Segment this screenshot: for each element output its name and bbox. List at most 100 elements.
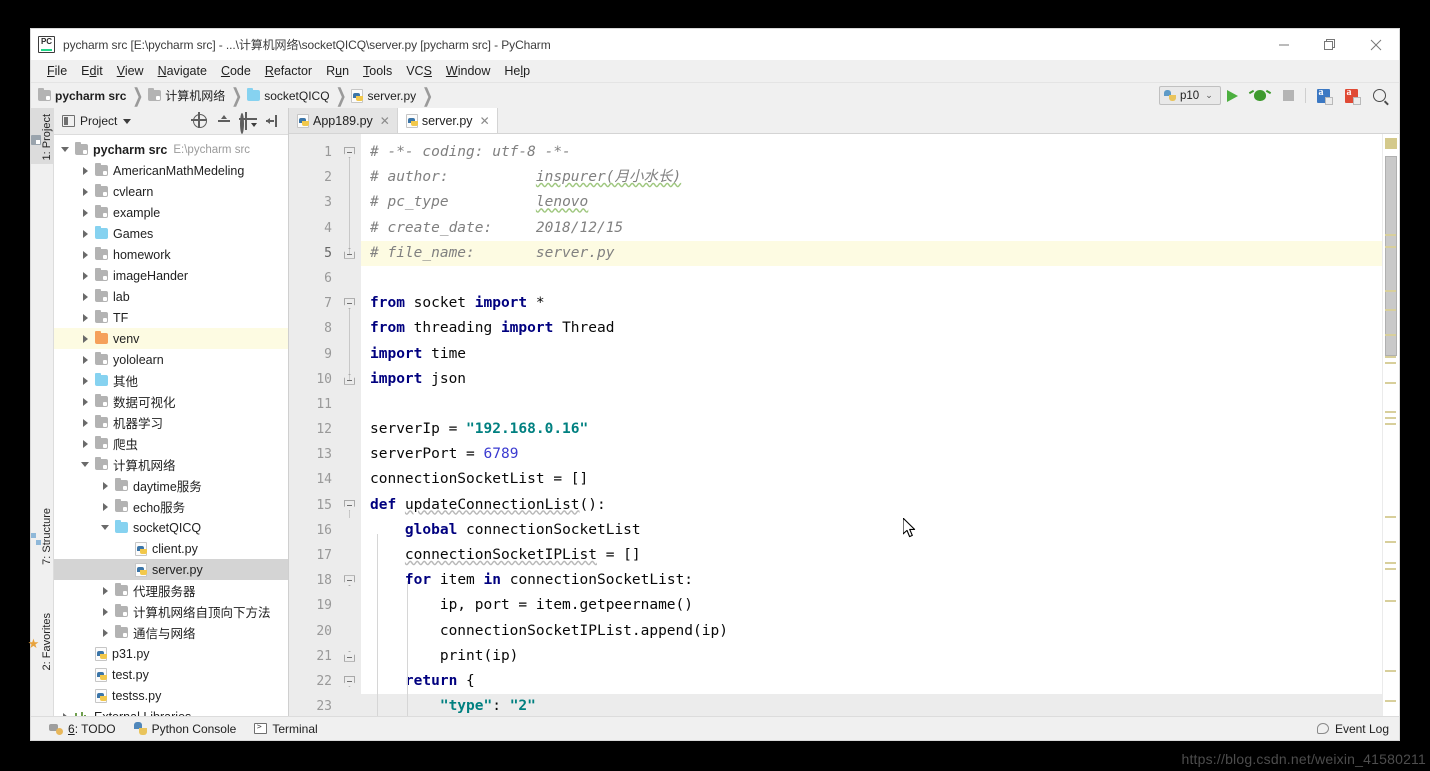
code-line[interactable]: # file_name: server.py [361, 241, 1382, 266]
code-folding-gutter[interactable] [339, 134, 361, 716]
fold-marker[interactable] [339, 316, 361, 341]
status-todo[interactable]: 6: TODO [49, 722, 116, 736]
status-python-console[interactable]: Python Console [134, 722, 237, 736]
status-event-log[interactable]: Event Log [1317, 722, 1389, 736]
tree-item--[interactable]: 计算机网络自顶向下方法 [54, 601, 288, 622]
fold-marker[interactable] [339, 669, 361, 694]
fold-marker[interactable] [339, 140, 361, 165]
tree-item-example[interactable]: example [54, 202, 288, 223]
tree-item-tf[interactable]: TF [54, 307, 288, 328]
code-line[interactable]: from threading import Thread [361, 316, 1382, 341]
chevron-right-icon[interactable] [78, 398, 92, 406]
fold-collapse-icon[interactable] [344, 147, 355, 158]
menu-view[interactable]: View [110, 63, 151, 79]
tree-item-client-py[interactable]: client.py [54, 538, 288, 559]
code-line[interactable]: import json [361, 367, 1382, 392]
tree-item-venv[interactable]: venv [54, 328, 288, 349]
chevron-right-icon[interactable] [98, 587, 112, 595]
warning-marker[interactable] [1385, 516, 1396, 518]
code-editor[interactable]: 1234567891011121314151617181920212223 # … [289, 134, 1399, 716]
fold-collapse-icon[interactable] [344, 500, 355, 511]
tree-item-testss-py[interactable]: testss.py [54, 685, 288, 706]
chevron-right-icon[interactable] [98, 629, 112, 637]
warning-marker[interactable] [1385, 411, 1396, 413]
menu-navigate[interactable]: Navigate [151, 63, 214, 79]
chevron-right-icon[interactable] [78, 167, 92, 175]
code-line[interactable]: # author: inspurer(月小水长) [361, 165, 1382, 190]
tree-item--[interactable]: 代理服务器 [54, 580, 288, 601]
chevron-down-icon[interactable] [78, 462, 92, 467]
fold-end-icon[interactable] [344, 651, 355, 662]
tree-item-games[interactable]: Games [54, 223, 288, 244]
fold-marker[interactable] [339, 493, 361, 518]
run-configuration-selector[interactable]: p10 ⌄ [1159, 86, 1221, 105]
warning-marker[interactable] [1385, 562, 1396, 564]
code-line[interactable]: connectionSocketList = [] [361, 467, 1382, 492]
locate-file-button[interactable] [188, 109, 212, 133]
inspection-summary-marker[interactable] [1385, 138, 1397, 149]
tree-item-imagehander[interactable]: imageHander [54, 265, 288, 286]
editor-tab-app189[interactable]: App189.py ✕ [289, 108, 398, 133]
close-button[interactable] [1353, 29, 1399, 60]
fold-marker[interactable] [339, 165, 361, 190]
code-line[interactable]: return { [361, 669, 1382, 694]
chevron-right-icon[interactable] [78, 230, 92, 238]
warning-marker[interactable] [1385, 541, 1396, 543]
coverage-red-button[interactable] [1337, 83, 1365, 108]
tree-item-server-py[interactable]: server.py [54, 559, 288, 580]
code-line[interactable]: # pc_type lenovo [361, 190, 1382, 215]
code-line[interactable]: for item in connectionSocketList: [361, 568, 1382, 593]
tree-item--[interactable]: 其他 [54, 370, 288, 391]
chevron-right-icon[interactable] [98, 503, 112, 511]
editor-tab-server[interactable]: server.py ✕ [398, 108, 498, 133]
chevron-right-icon[interactable] [78, 356, 92, 364]
run-button[interactable] [1218, 83, 1246, 108]
chevron-right-icon[interactable] [78, 419, 92, 427]
warning-marker[interactable] [1385, 362, 1396, 364]
project-title[interactable]: Project [62, 114, 131, 128]
rail-tab-favorites[interactable]: 2: Favorites ★ [31, 613, 53, 670]
chevron-right-icon[interactable] [78, 293, 92, 301]
tree-item-cvlearn[interactable]: cvlearn [54, 181, 288, 202]
fold-end-icon[interactable] [344, 248, 355, 259]
debug-button[interactable] [1246, 83, 1274, 108]
fold-marker[interactable] [339, 291, 361, 316]
fold-collapse-icon[interactable] [344, 575, 355, 586]
tree-item-americanmathmedeling[interactable]: AmericanMathMedeling [54, 160, 288, 181]
tree-item--[interactable]: 通信与网络 [54, 622, 288, 643]
tree-item-homework[interactable]: homework [54, 244, 288, 265]
menu-tools[interactable]: Tools [356, 63, 399, 79]
tree-item-yololearn[interactable]: yololearn [54, 349, 288, 370]
fold-marker[interactable] [339, 367, 361, 392]
fold-end-icon[interactable] [344, 374, 355, 385]
code-text-area[interactable]: # -*- coding: utf-8 -*-# author: inspure… [361, 134, 1382, 716]
fold-collapse-icon[interactable] [344, 676, 355, 687]
code-line[interactable]: import time [361, 342, 1382, 367]
code-line[interactable]: ip, port = item.getpeername() [361, 593, 1382, 618]
tree-item-daytime-[interactable]: daytime服务 [54, 475, 288, 496]
code-line[interactable]: def updateConnectionList(): [361, 493, 1382, 518]
search-everywhere-button[interactable] [1365, 83, 1393, 108]
tree-item-external-libraries[interactable]: External Libraries [54, 706, 288, 716]
code-line[interactable]: from socket import * [361, 291, 1382, 316]
tree-item--[interactable]: 计算机网络 [54, 454, 288, 475]
breadcrumb-pycharm-src[interactable]: pycharm src [38, 89, 126, 103]
maximize-button[interactable] [1307, 29, 1353, 60]
code-line[interactable]: serverPort = 6789 [361, 442, 1382, 467]
chevron-right-icon[interactable] [78, 314, 92, 322]
fold-collapse-icon[interactable] [344, 298, 355, 309]
breadcrumb-server-py[interactable]: server.py [351, 89, 416, 103]
chevron-right-icon[interactable] [78, 188, 92, 196]
chevron-down-icon[interactable] [58, 147, 72, 152]
warning-marker[interactable] [1385, 309, 1396, 311]
collapse-all-button[interactable] [212, 109, 236, 133]
chevron-right-icon[interactable] [78, 251, 92, 259]
editor-scrollbar-thumb[interactable] [1385, 156, 1397, 356]
code-line[interactable]: # create_date: 2018/12/15 [361, 216, 1382, 241]
menu-edit[interactable]: Edit [74, 63, 110, 79]
warning-marker[interactable] [1385, 234, 1396, 236]
code-line[interactable]: "type": "2" [361, 694, 1382, 716]
tree-item--[interactable]: 数据可视化 [54, 391, 288, 412]
tree-item-socketqicq[interactable]: socketQICQ [54, 517, 288, 538]
menu-vcs[interactable]: VCS [399, 63, 439, 79]
